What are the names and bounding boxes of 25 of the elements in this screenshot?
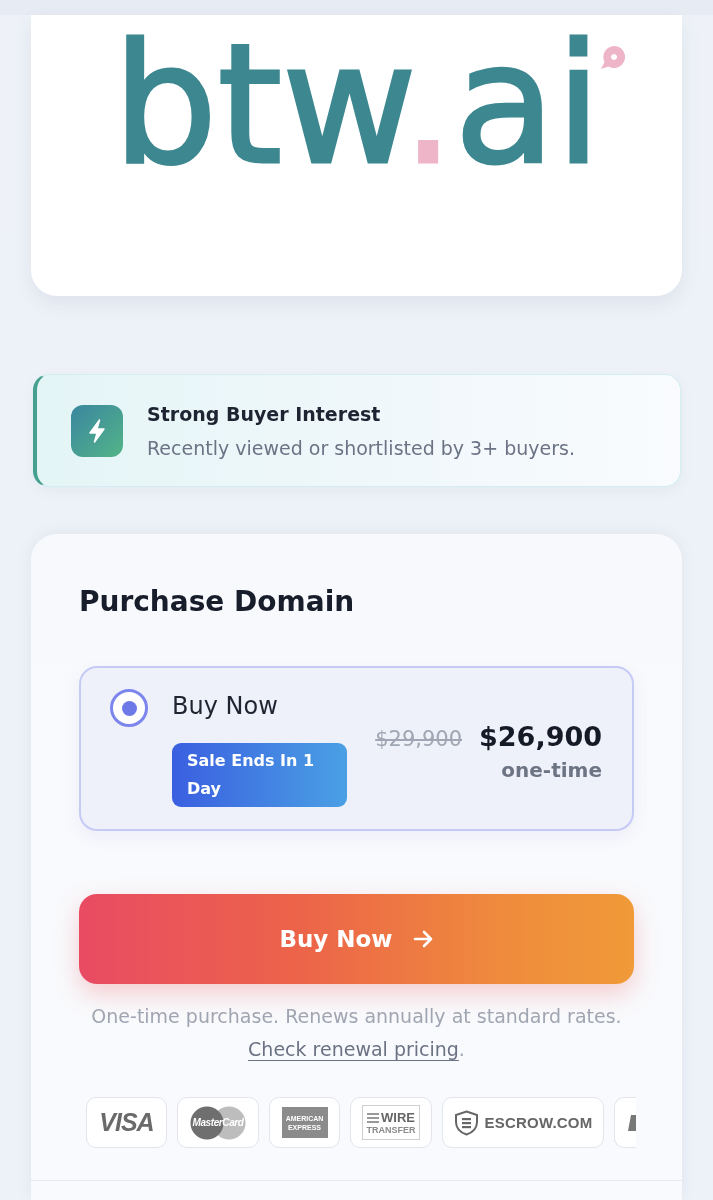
escrow-logo-text: ESCROW.COM (484, 1114, 593, 1131)
logo-text: TRANSFER (366, 1124, 416, 1135)
visa-logo: VISA (99, 1108, 154, 1137)
purchase-note: One-time purchase. Renews annually at standard rates. Check renewal pricing. (90, 1004, 623, 1062)
logo-text: WIRE (381, 1110, 415, 1125)
banner-title: Strong Buyer Interest (147, 401, 382, 427)
speech-bubble-icon (599, 45, 627, 70)
sale-price: $26,900 (479, 721, 602, 752)
original-price: $29,900 (375, 727, 462, 751)
price-term: one-time (501, 758, 602, 782)
lightning-icon (71, 404, 123, 457)
renewal-pricing-link[interactable]: Check renewal pricing (248, 1038, 459, 1060)
radio-button[interactable] (110, 689, 148, 727)
logo-wordmark: btw.ai (112, 23, 602, 188)
buy-now-button[interactable]: Buy Now (79, 894, 634, 984)
lines-icon (367, 1112, 379, 1123)
shield-icon (453, 1109, 479, 1136)
logo-fragment-icon (628, 1114, 636, 1131)
sale-badge: Sale Ends In 1 Day (172, 743, 347, 807)
section-heading: Purchase Domain (79, 584, 356, 620)
option-label: Buy Now (172, 691, 278, 722)
mastercard-logo: MasterCard (190, 1105, 246, 1140)
arrow-right-icon (411, 928, 434, 950)
banner-text: Recently viewed or shortlisted by 3+ buyers. (147, 435, 575, 461)
purchase-option[interactable]: Buy Now Sale Ends In 1 Day $29,900 $26,900 one-time (79, 666, 634, 831)
